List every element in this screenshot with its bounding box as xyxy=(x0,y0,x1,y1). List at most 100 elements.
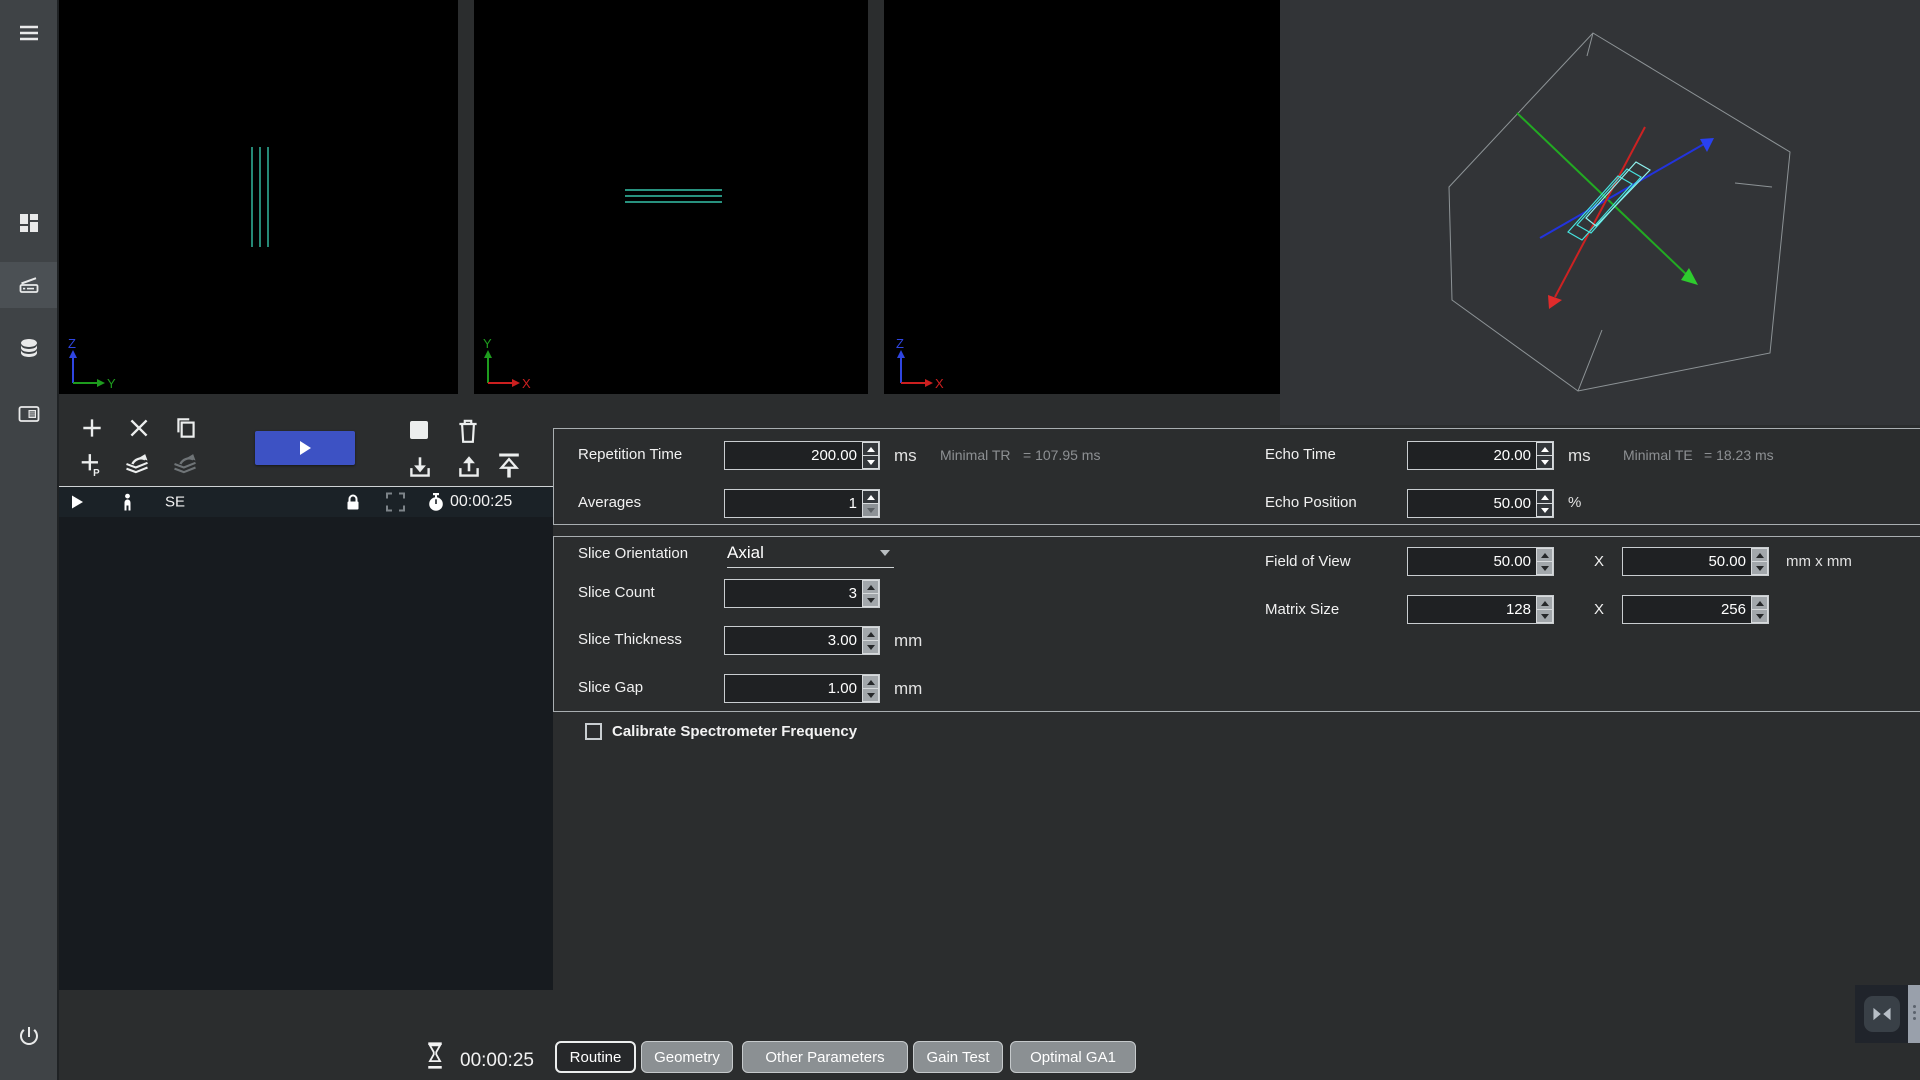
fov-separator: X xyxy=(1594,553,1604,570)
echo-time-field[interactable]: 20.00 xyxy=(1407,441,1554,470)
stop-button[interactable] xyxy=(408,419,430,441)
spin-up-button[interactable] xyxy=(1751,548,1768,562)
spin-down-button[interactable] xyxy=(1536,610,1553,623)
sequence-list-area[interactable] xyxy=(59,517,553,990)
delete-button[interactable] xyxy=(455,417,481,445)
spin-up-button[interactable] xyxy=(1751,596,1768,610)
spin-down-button[interactable] xyxy=(1751,562,1768,575)
viewport-sagittal[interactable]: Y X xyxy=(474,0,868,394)
close-button[interactable] xyxy=(126,415,152,441)
spin-up-button[interactable] xyxy=(1536,442,1553,456)
power-icon xyxy=(17,1024,41,1048)
spin-down-button[interactable] xyxy=(1751,610,1768,623)
viewport-axial[interactable]: Z X xyxy=(884,0,1280,394)
play-icon xyxy=(296,439,314,457)
tab-optimal-ga1[interactable]: Optimal GA1 xyxy=(1010,1041,1136,1073)
matrix-y-field[interactable]: 256 xyxy=(1622,595,1769,624)
axis-z-blue xyxy=(1540,138,1714,238)
averages-field[interactable]: 1 xyxy=(724,489,880,518)
spin-up-button[interactable] xyxy=(1536,548,1553,562)
spin-up-button[interactable] xyxy=(862,627,879,641)
fov-x-field[interactable]: 50.00 xyxy=(1407,547,1554,576)
chevron-down-icon xyxy=(880,550,890,556)
add-button[interactable] xyxy=(79,415,105,441)
spin-down-button[interactable] xyxy=(862,456,879,469)
calibrate-checkbox[interactable] xyxy=(585,723,602,740)
slice-orientation-label: Slice Orientation xyxy=(578,545,688,562)
sequence-play-icon[interactable] xyxy=(72,496,83,509)
process-stack-button[interactable] xyxy=(122,450,152,478)
spin-down-button[interactable] xyxy=(862,594,879,607)
viewport-3-overlay: Z X xyxy=(884,0,1280,394)
sidebar-item-scanner[interactable] xyxy=(0,262,57,308)
database-icon xyxy=(17,336,41,360)
spin-up-button[interactable] xyxy=(862,580,879,594)
echo-position-unit: % xyxy=(1568,494,1581,511)
helper-widget-icon[interactable] xyxy=(1864,996,1900,1032)
param-panel-geometry: Slice Orientation Axial Slice Count 3 Sl… xyxy=(553,536,1920,712)
tab-gain-test[interactable]: Gain Test xyxy=(913,1041,1003,1073)
sidebar-item-records[interactable] xyxy=(0,391,57,437)
axis-indicator: Z X xyxy=(896,336,944,391)
viewport-coronal[interactable]: Z Y xyxy=(59,0,458,394)
slice-gap-field[interactable]: 1.00 xyxy=(724,674,880,703)
upload-button[interactable] xyxy=(455,453,483,481)
spin-up-button[interactable] xyxy=(862,675,879,689)
publish-button[interactable] xyxy=(494,451,524,481)
spin-up-button[interactable] xyxy=(1536,596,1553,610)
run-button[interactable] xyxy=(255,431,355,465)
axis-indicator: Z Y xyxy=(68,336,116,391)
sequence-row[interactable]: SE 00:00:25 xyxy=(59,486,553,517)
slice-thickness-field[interactable]: 3.00 xyxy=(724,626,880,655)
spin-down-button xyxy=(862,504,879,517)
slice-orientation-dropdown[interactable]: Axial xyxy=(727,539,894,568)
repetition-time-label: Repetition Time xyxy=(578,446,682,463)
tab-other-parameters[interactable]: Other Parameters xyxy=(742,1041,908,1073)
helper-widget-handle[interactable] xyxy=(1908,985,1920,1043)
elapsed-time: 00:00:25 xyxy=(460,1050,534,1072)
handle-dot xyxy=(1913,1011,1916,1014)
viewport-1-overlay: Z Y xyxy=(59,0,458,394)
viewport-2-overlay: Y X xyxy=(474,0,868,394)
repetition-time-field[interactable]: 200.00 xyxy=(724,441,880,470)
tab-geometry[interactable]: Geometry xyxy=(641,1041,733,1073)
slice-gap-label: Slice Gap xyxy=(578,679,643,696)
helper-widget[interactable] xyxy=(1855,985,1920,1043)
selection-box-icon[interactable] xyxy=(386,493,405,512)
axis-up-label: Y xyxy=(483,336,492,351)
calibrate-label: Calibrate Spectrometer Frequency xyxy=(612,723,857,740)
menu-button[interactable] xyxy=(0,10,57,56)
field-of-view-label: Field of View xyxy=(1265,553,1351,570)
sidebar-item-database[interactable] xyxy=(0,325,57,371)
spin-down-button[interactable] xyxy=(1536,504,1553,517)
process-stack-disabled-button xyxy=(170,450,200,478)
echo-position-field[interactable]: 50.00 xyxy=(1407,489,1554,518)
power-button[interactable] xyxy=(0,1013,57,1059)
download-button[interactable] xyxy=(406,453,434,481)
sidebar-item-dashboard[interactable] xyxy=(0,200,57,246)
stop-icon xyxy=(408,419,430,441)
handle-dot xyxy=(1913,1005,1916,1008)
spin-down-button[interactable] xyxy=(1536,456,1553,469)
fov-y-field[interactable]: 50.00 xyxy=(1622,547,1769,576)
spin-up-button[interactable] xyxy=(1536,490,1553,504)
scene-3d-view[interactable] xyxy=(1280,0,1920,425)
axis-up-label: Z xyxy=(68,336,76,351)
spin-down-button[interactable] xyxy=(1536,562,1553,575)
slice-gap-unit: mm xyxy=(894,679,922,699)
helper-widget-box[interactable] xyxy=(1855,985,1908,1043)
stopwatch-icon xyxy=(427,493,445,512)
slice-count-field[interactable]: 3 xyxy=(724,579,880,608)
spin-down-button[interactable] xyxy=(862,641,879,654)
close-icon xyxy=(126,415,152,441)
matrix-x-field[interactable]: 128 xyxy=(1407,595,1554,624)
spin-up-button[interactable] xyxy=(862,490,879,504)
add-point-button[interactable]: P xyxy=(79,452,105,478)
spin-up-button[interactable] xyxy=(862,442,879,456)
echo-position-label: Echo Position xyxy=(1265,494,1357,511)
copy-button[interactable] xyxy=(173,415,199,441)
repetition-time-unit: ms xyxy=(894,446,917,466)
spin-down-button[interactable] xyxy=(862,689,879,702)
add-point-icon: P xyxy=(79,452,105,478)
tab-routine[interactable]: Routine xyxy=(555,1041,636,1073)
